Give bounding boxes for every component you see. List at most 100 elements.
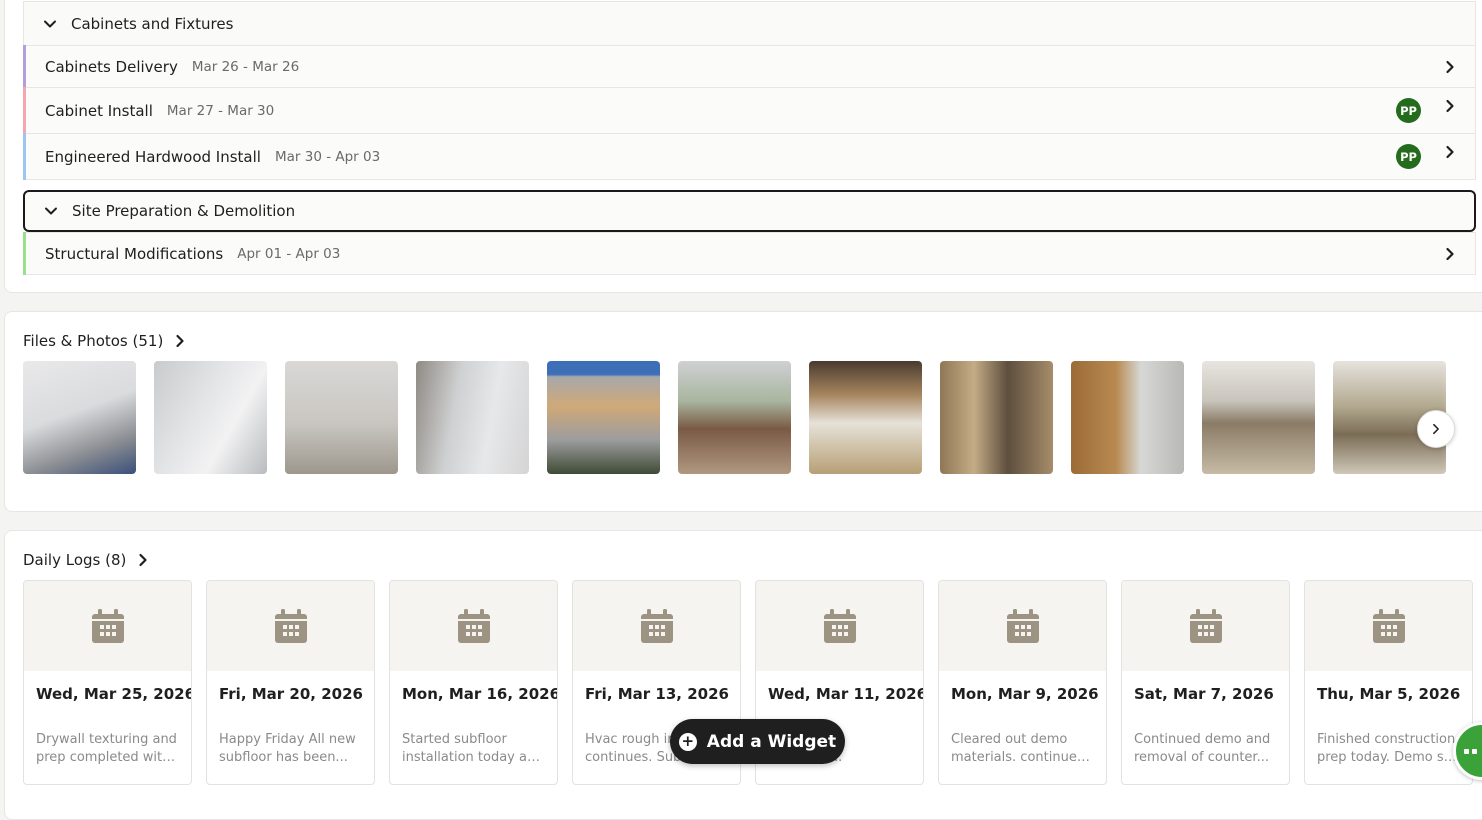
chevron-right-icon[interactable] xyxy=(1443,99,1457,113)
photo-thumbnail[interactable] xyxy=(547,361,660,474)
task-name: Cabinets Delivery xyxy=(45,57,178,76)
daily-log-thumbnail xyxy=(207,581,374,671)
task-color-bar xyxy=(23,232,26,275)
chevron-right-icon xyxy=(1433,423,1439,435)
task-dates: Mar 26 - Mar 26 xyxy=(191,58,300,75)
plus-circle-icon: + xyxy=(678,732,697,751)
daily-log-date: Thu, Mar 5, 2026 xyxy=(1317,685,1461,703)
task-name: Engineered Hardwood Install xyxy=(45,147,261,166)
chevron-right-icon[interactable] xyxy=(1443,60,1457,74)
task-row-engineered-hardwood-install[interactable]: Engineered Hardwood Install Mar 30 - Apr… xyxy=(23,133,1476,180)
daily-log-summary: Continued demo and removal of counter... xyxy=(1122,721,1289,771)
daily-log-thumbnail xyxy=(1122,581,1289,671)
daily-log-date: Sat, Mar 7, 2026 xyxy=(1134,685,1274,703)
files-photos-title: Files & Photos (51) xyxy=(23,332,164,350)
daily-log-date: Wed, Mar 25, 2026 xyxy=(36,685,192,703)
photo-thumbnail[interactable] xyxy=(23,361,136,474)
daily-log-date: Mon, Mar 9, 2026 xyxy=(951,685,1099,703)
files-photos-header[interactable]: Files & Photos (51) xyxy=(23,332,187,350)
daily-logs-card: Daily Logs (8) Wed, Mar 25, 2026 Drywall… xyxy=(4,530,1482,820)
daily-log-thumbnail xyxy=(573,581,740,671)
photo-thumbnail[interactable] xyxy=(1071,361,1184,474)
calendar-icon xyxy=(274,609,307,643)
group-header-cabinets-fixtures[interactable]: Cabinets and Fixtures xyxy=(23,1,1476,46)
photo-strip xyxy=(23,361,1446,474)
chevron-right-icon[interactable] xyxy=(1443,247,1457,261)
chevron-down-icon xyxy=(45,207,57,215)
photo-thumbnail[interactable] xyxy=(678,361,791,474)
daily-log-summary-line: prep completed with... xyxy=(36,750,179,765)
assignee-avatar[interactable]: PP xyxy=(1396,98,1421,123)
daily-log-summary-line: Continued demo and xyxy=(1134,732,1271,747)
task-dates: Apr 01 - Apr 03 xyxy=(237,245,341,262)
daily-log-summary: Drywall texturing and prep completed wit… xyxy=(24,721,191,771)
daily-log-date: Fri, Mar 13, 2026 xyxy=(585,685,729,703)
daily-log-summary-line: prep today. Demo still... xyxy=(1317,750,1460,765)
group-title: Site Preparation & Demolition xyxy=(72,202,296,220)
calendar-icon xyxy=(91,609,124,643)
daily-log-thumbnail xyxy=(1305,581,1472,671)
daily-log-summary: Cleared out demo materials. continued... xyxy=(939,721,1106,771)
daily-log-summary-line: installation today as... xyxy=(402,750,545,765)
daily-log-card[interactable]: Mon, Mar 9, 2026 Cleared out demo materi… xyxy=(938,580,1107,785)
daily-logs-header[interactable]: Daily Logs (8) xyxy=(23,551,150,569)
daily-log-summary: Started subfloor installation today as..… xyxy=(390,721,557,771)
daily-log-thumbnail xyxy=(756,581,923,671)
calendar-icon xyxy=(640,609,673,643)
chevron-down-icon xyxy=(44,20,56,28)
daily-log-thumbnail xyxy=(390,581,557,671)
task-row-structural-modifications[interactable]: Structural Modifications Apr 01 - Apr 03 xyxy=(23,232,1476,275)
group-title: Cabinets and Fixtures xyxy=(71,15,234,33)
daily-log-summary: Happy Friday All new subfloor has been..… xyxy=(207,721,374,771)
calendar-icon xyxy=(823,609,856,643)
task-name: Structural Modifications xyxy=(45,244,224,263)
daily-log-card[interactable]: Mon, Mar 16, 2026 Started subfloor insta… xyxy=(389,580,558,785)
chevron-right-icon xyxy=(139,553,147,567)
task-dates: Mar 30 - Apr 03 xyxy=(274,148,381,165)
photo-thumbnail[interactable] xyxy=(809,361,922,474)
daily-log-summary-line: Started subfloor xyxy=(402,732,507,747)
task-dates: Mar 27 - Mar 30 xyxy=(166,102,275,119)
daily-log-card[interactable]: Wed, Mar 25, 2026 Drywall texturing and … xyxy=(23,580,192,785)
daily-log-thumbnail xyxy=(939,581,1106,671)
daily-log-summary-line: Happy Friday All new xyxy=(219,732,356,747)
assignee-avatar[interactable]: PP xyxy=(1396,144,1421,169)
files-photos-card: Files & Photos (51) xyxy=(4,311,1482,512)
daily-log-date: Mon, Mar 16, 2026 xyxy=(402,685,558,703)
task-color-bar xyxy=(23,133,26,180)
calendar-icon xyxy=(1189,609,1222,643)
chat-icon xyxy=(1464,749,1469,754)
daily-log-date: Fri, Mar 20, 2026 xyxy=(219,685,363,703)
daily-log-thumbnail xyxy=(24,581,191,671)
chevron-right-icon xyxy=(176,334,184,348)
daily-log-card[interactable]: Thu, Mar 5, 2026 Finished construction p… xyxy=(1304,580,1473,785)
daily-log-card[interactable]: Sat, Mar 7, 2026 Continued demo and remo… xyxy=(1121,580,1290,785)
task-row-cabinets-delivery[interactable]: Cabinets Delivery Mar 26 - Mar 26 xyxy=(23,45,1476,88)
add-widget-label: Add a Widget xyxy=(706,731,837,752)
photo-thumbnail[interactable] xyxy=(940,361,1053,474)
daily-log-summary-line: Finished construction xyxy=(1317,732,1456,747)
daily-logs-title: Daily Logs (8) xyxy=(23,551,127,569)
chevron-right-icon[interactable] xyxy=(1443,145,1457,159)
photo-thumbnail[interactable] xyxy=(416,361,529,474)
task-color-bar xyxy=(23,87,26,134)
daily-log-summary-line: subfloor has been... xyxy=(219,750,348,765)
photo-thumbnail[interactable] xyxy=(285,361,398,474)
photo-thumbnail[interactable] xyxy=(154,361,267,474)
calendar-icon xyxy=(1006,609,1039,643)
calendar-icon xyxy=(457,609,490,643)
group-header-site-preparation[interactable]: Site Preparation & Demolition xyxy=(23,190,1476,232)
task-row-cabinet-install[interactable]: Cabinet Install Mar 27 - Mar 30 PP xyxy=(23,87,1476,134)
add-widget-button[interactable]: + Add a Widget xyxy=(670,719,845,764)
schedule-card: Cabinets and Fixtures Cabinets Delivery … xyxy=(4,0,1482,293)
daily-log-summary-line: removal of counter... xyxy=(1134,750,1269,765)
daily-log-summary: Finished construction prep today. Demo s… xyxy=(1305,721,1472,771)
daily-log-card[interactable]: Fri, Mar 20, 2026 Happy Friday All new s… xyxy=(206,580,375,785)
task-name: Cabinet Install xyxy=(45,101,153,120)
photo-thumbnail[interactable] xyxy=(1202,361,1315,474)
task-color-bar xyxy=(23,45,26,88)
daily-log-summary-line: Cleared out demo xyxy=(951,732,1068,747)
daily-log-date: Wed, Mar 11, 2026 xyxy=(768,685,924,703)
carousel-next-button[interactable] xyxy=(1417,410,1455,448)
daily-log-summary-line: Drywall texturing and xyxy=(36,732,177,747)
